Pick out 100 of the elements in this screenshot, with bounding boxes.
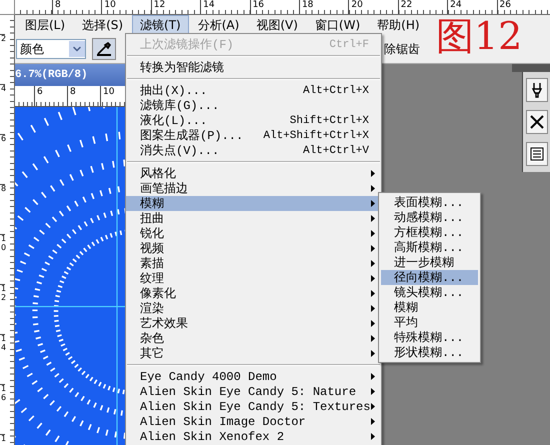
- menu-item-label: 素描: [140, 256, 165, 272]
- submenu-arrow-icon: [371, 320, 375, 327]
- menu-item[interactable]: 高斯模糊...: [381, 240, 478, 255]
- menu-item[interactable]: 平均: [381, 315, 478, 330]
- menu-item[interactable]: 液化(L)... Shift+Ctrl+X: [126, 113, 381, 128]
- menu-item[interactable]: 素描: [126, 256, 381, 271]
- submenu-arrow-icon: [371, 170, 375, 177]
- eyedropper-button[interactable]: [92, 38, 116, 60]
- menu-item[interactable]: 其它: [126, 346, 381, 361]
- submenu-arrow-icon: [371, 373, 375, 380]
- submenu-arrow-icon: [371, 290, 375, 297]
- ruler-label: 16: [250, 0, 299, 14]
- menu-item-label: 扭曲: [140, 211, 165, 227]
- menu-item[interactable]: 画笔描边: [126, 181, 381, 196]
- menu-item[interactable]: Alien Skin Eye Candy 5: Nature: [126, 384, 381, 399]
- menu-item[interactable]: 风格化: [126, 166, 381, 181]
- ruler-label: 16: [0, 384, 6, 434]
- menu-item-label: Alien Skin Eye Candy 5: Textures: [140, 400, 371, 414]
- menu-item[interactable]: Alien Skin Image Doctor: [126, 414, 381, 429]
- document-title: 6.7%(RGB/8): [15, 64, 125, 86]
- document-icon: [530, 147, 544, 161]
- menu-item[interactable]: 转换为智能滤镜: [126, 60, 381, 75]
- submenu-arrow-icon: [371, 245, 375, 252]
- menu-title[interactable]: 视图(V): [248, 15, 306, 35]
- ruler-label: 20: [348, 0, 398, 14]
- menu-item-label: 锐化: [140, 226, 165, 242]
- ruler-label: 8: [52, 0, 102, 14]
- submenu-arrow-icon: [371, 230, 375, 237]
- menu-item-label: 图案生成器(P)...: [140, 128, 244, 144]
- menu-item[interactable]: 锐化: [126, 226, 381, 241]
- menu-item-label: 渲染: [140, 301, 165, 317]
- menu-item[interactable]: 消失点(V)... Alt+Ctrl+V: [126, 143, 381, 158]
- menu-item[interactable]: 纹理: [126, 271, 381, 286]
- menu-item-label: Alien Skin Xenofex 2: [140, 430, 286, 444]
- menu-item[interactable]: Alien Skin Eye Candy 5: Textures: [126, 399, 381, 414]
- menu-title[interactable]: 选择(S): [74, 15, 132, 35]
- menu-item[interactable]: 进一步模糊: [381, 255, 478, 270]
- ruler-label: 8: [0, 184, 6, 234]
- ruler-label: 6: [0, 134, 6, 184]
- menu-item[interactable]: 杂色: [126, 331, 381, 346]
- menu-item[interactable]: 表面模糊...: [381, 195, 478, 210]
- submenu-arrow-icon: [371, 418, 375, 425]
- menu-title[interactable]: 滤镜(T): [132, 15, 189, 35]
- menu-item-label: 视频: [140, 241, 165, 257]
- eyedropper-icon: [96, 42, 112, 56]
- menu-item[interactable]: 视频: [126, 241, 381, 256]
- menu-item-label: 艺术效果: [140, 316, 189, 332]
- menu-item[interactable]: 像素化: [126, 286, 381, 301]
- panel-button[interactable]: [526, 142, 548, 166]
- menu-item[interactable]: 模糊: [126, 196, 381, 211]
- menu-item-label: Alien Skin Eye Candy 5: Nature: [140, 384, 358, 398]
- panel-header: [512, 64, 550, 72]
- ruler-label: 18: [298, 0, 348, 14]
- ruler-label: 12: [150, 0, 200, 14]
- menu-item[interactable]: Alien Skin Xenofex 2: [126, 429, 381, 444]
- shortcut-label: Ctrl+F: [329, 38, 370, 50]
- ruler-label: 14: [0, 334, 6, 384]
- panel-button[interactable]: [526, 110, 548, 134]
- submenu-arrow-icon: [371, 275, 375, 282]
- ruler-label: 10: [101, 0, 151, 14]
- ruler-label: 4: [0, 84, 6, 134]
- menu-item[interactable]: 图案生成器(P)... Alt+Shift+Ctrl+X: [126, 128, 381, 143]
- menu-item[interactable]: 镜头模糊...: [381, 285, 478, 300]
- antialias-label: 除锯齿: [384, 40, 420, 58]
- shortcut-label: Alt+Ctrl+X: [302, 84, 370, 96]
- menu-item[interactable]: 艺术效果: [126, 316, 381, 331]
- menu-item[interactable]: 径向模糊...: [381, 270, 478, 285]
- menu-title[interactable]: 帮助(H): [369, 15, 428, 35]
- shortcut-label: Alt+Ctrl+V: [302, 144, 370, 156]
- menu-title[interactable]: 图层(L): [17, 15, 74, 35]
- menu-item[interactable]: 扭曲: [126, 211, 381, 226]
- menu-item-label: 转换为智能滤镜: [140, 60, 225, 76]
- ruler-label: 22: [398, 0, 448, 14]
- menu-item[interactable]: 方框模糊...: [381, 225, 478, 240]
- ruler-label: 10: [0, 234, 6, 284]
- ruler-label: 8: [67, 86, 100, 106]
- menu-item-label: 画笔描边: [140, 181, 189, 197]
- panel-button[interactable]: [526, 78, 548, 102]
- submenu-arrow-icon: [371, 335, 375, 342]
- ruler-label: 6: [34, 86, 67, 106]
- ruler-label: 2: [0, 34, 6, 84]
- menu-item-label: Alien Skin Image Doctor: [140, 414, 307, 428]
- menu-item-label: 抽出(X)...: [140, 83, 208, 99]
- submenu-arrow-icon: [371, 403, 375, 410]
- menu-title[interactable]: 窗口(W): [306, 15, 368, 35]
- ruler-label: 24: [447, 0, 497, 14]
- menu-item[interactable]: 动感模糊...: [381, 210, 478, 225]
- ruler-label: 26: [496, 0, 546, 14]
- menu-title[interactable]: 分析(A): [190, 15, 248, 35]
- menu-item[interactable]: Eye Candy 4000 Demo: [126, 369, 381, 384]
- ruler-label: 14: [200, 0, 250, 14]
- ruler-label: 1: [0, 434, 6, 445]
- figure-label: 图12: [436, 17, 522, 55]
- menu-item[interactable]: 渲染: [126, 301, 381, 316]
- submenu-arrow-icon: [371, 388, 375, 395]
- menu-item-label: 风格化: [140, 166, 177, 182]
- menu-item[interactable]: 特殊模糊...: [381, 330, 478, 345]
- mode-dropdown[interactable]: 颜色: [16, 39, 86, 59]
- menu-item[interactable]: 模糊: [381, 300, 478, 315]
- menu-item[interactable]: 形状模糊...: [381, 345, 478, 360]
